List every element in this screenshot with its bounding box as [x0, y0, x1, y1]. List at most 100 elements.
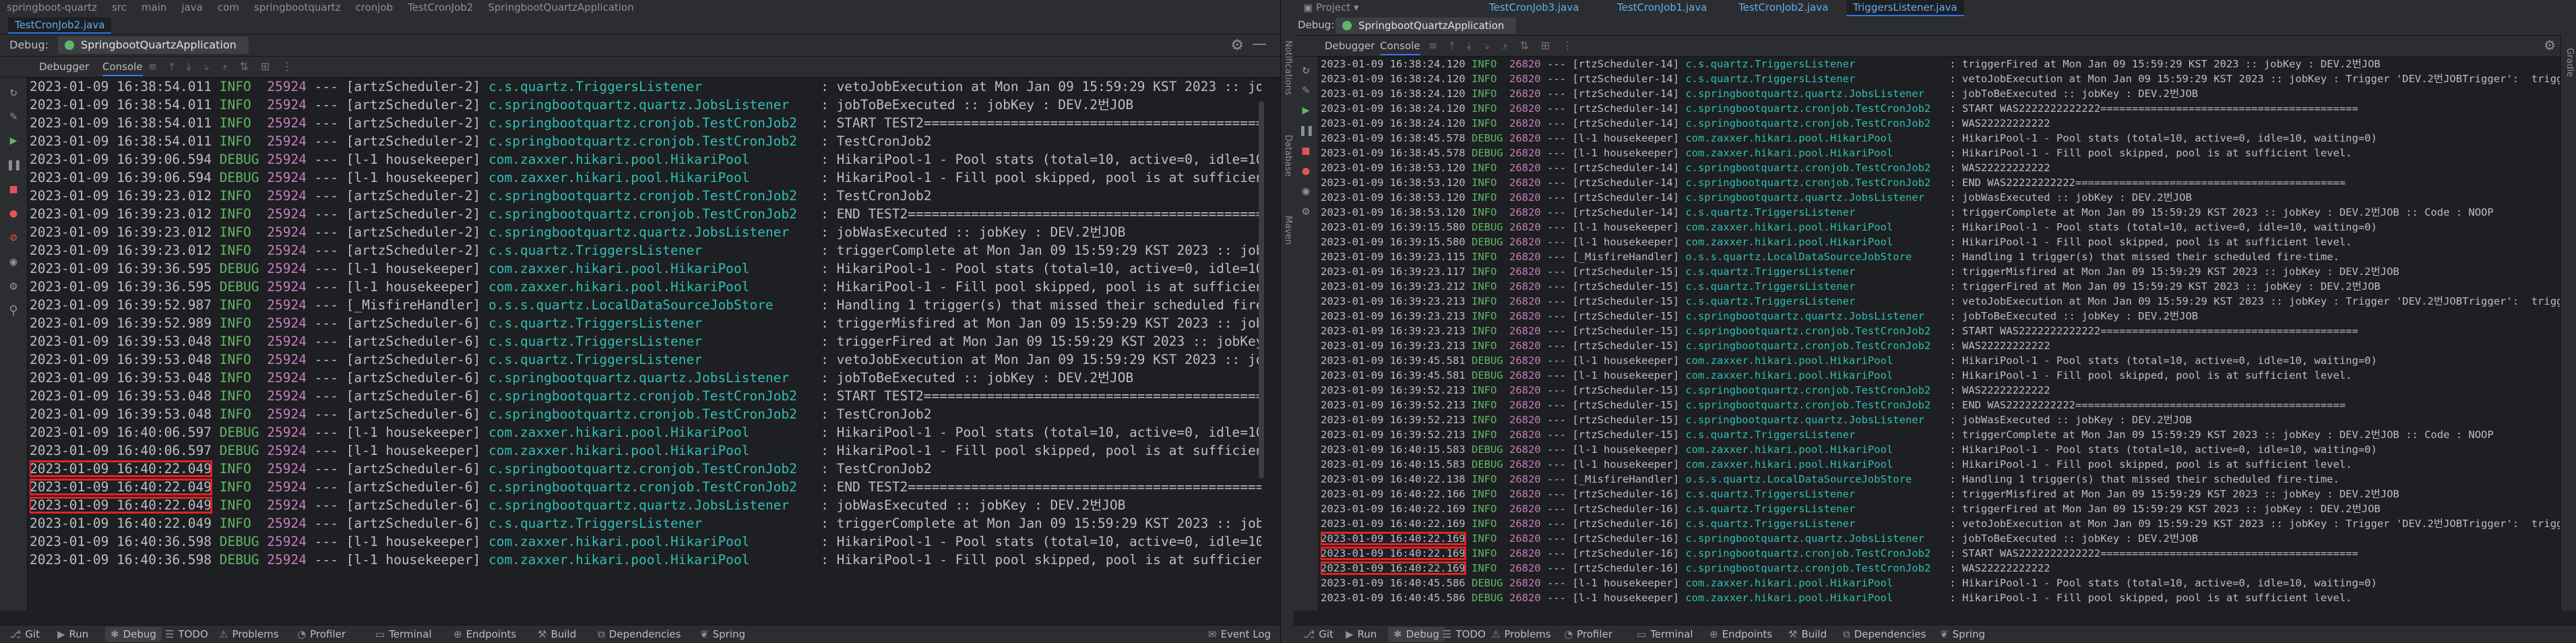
tool-window-run[interactable]: ▶ Run	[57, 628, 88, 640]
log-logger: c.s.quartz.TriggersListener	[1685, 58, 1943, 70]
log-timestamp: 2023-01-09 16:40:22.049	[30, 497, 213, 514]
breadcrumb-item[interactable]: springbootquartz	[254, 1, 341, 13]
tab-debugger[interactable]: Debugger	[39, 61, 89, 73]
tool-window-debug[interactable]: ✱ Debug	[1388, 627, 1445, 642]
wrench-icon[interactable]: ✎	[7, 110, 20, 123]
log-message: TestCronJob2	[836, 133, 932, 149]
settings-icon[interactable]: ⚙	[7, 280, 20, 293]
rerun-icon[interactable]: ↻	[1299, 63, 1313, 77]
pin-icon[interactable]: ⚲	[7, 304, 20, 317]
log-message: WAS22222222222	[1961, 340, 2050, 352]
run-config-tab[interactable]: SpringbootQuartzApplication	[58, 36, 249, 54]
tool-window-dependencies[interactable]: ⧉ Dependencies	[598, 628, 681, 640]
tool-window-terminal[interactable]: ▭ Terminal	[375, 628, 432, 640]
log-pid: 26820	[1509, 488, 1541, 500]
debug-side-toolbar: ↻ ✎ ▶ ❚❚ ■ ● ⊘ ◉ ⚙ ⚲	[0, 78, 28, 611]
resume-icon[interactable]: ▶	[7, 134, 20, 148]
minimize-icon[interactable]: —	[1252, 36, 1267, 53]
log-line: 2023-01-09 16:39:23.213 INFO 26820 --- […	[1321, 310, 2199, 322]
log-timestamp: 2023-01-09 16:39:53.048	[30, 388, 212, 404]
log-pid: 25924	[267, 188, 307, 204]
breadcrumb-item[interactable]: springboot-quartz	[7, 1, 97, 13]
editor-tab[interactable]: TestCronJob2.java	[8, 18, 112, 34]
log-line: 2023-01-09 16:40:45.586 DEBUG 26820 --- …	[1321, 577, 2377, 589]
console-tool-icons[interactable]: ≡⤒⤓⤵⤴⇅⊞⋮	[148, 60, 305, 73]
tool-window-endpoints[interactable]: ⊕ Endpoints	[1709, 628, 1772, 640]
tool-window-profiler[interactable]: ◔ Profiler	[297, 628, 346, 640]
tool-window-spring[interactable]: ❦ Spring	[1940, 628, 1985, 640]
console-tool-icons[interactable]: ≡⤒⤓⤵⤴⇅⊞⋮	[1428, 39, 1585, 53]
breadcrumb-item[interactable]: cronjob	[356, 1, 394, 13]
tool-window-todo[interactable]: ☰ TODO	[1443, 628, 1486, 640]
breadcrumb-item[interactable]: SpringbootQuartzApplication	[488, 1, 633, 13]
gear-icon[interactable]: ⚙	[1230, 37, 1244, 54]
tool-window-problems[interactable]: ⚠ Problems	[219, 628, 279, 640]
rerun-icon[interactable]: ↻	[7, 86, 20, 99]
wrench-icon[interactable]: ✎	[1299, 84, 1313, 97]
log-level: DEBUG	[219, 443, 259, 458]
breakpoints-icon[interactable]: ●	[1299, 164, 1313, 178]
tool-window-problems[interactable]: ⚠ Problems	[1491, 628, 1551, 640]
tool-window-git[interactable]: ⎇ Git	[1303, 628, 1333, 640]
log-level: INFO	[1471, 429, 1497, 441]
tool-window-label: Terminal	[389, 628, 432, 640]
breadcrumb-item[interactable]: com	[218, 1, 239, 13]
pause-icon[interactable]: ❚❚	[7, 158, 22, 172]
log-line: 2023-01-09 16:38:53.120 INFO 26820 --- […	[1321, 162, 2050, 174]
settings-icon[interactable]: ⚙	[1299, 205, 1313, 218]
log-timestamp: 2023-01-09 16:39:53.048	[30, 334, 212, 349]
side-label-notifications[interactable]: Notifications	[1283, 40, 1293, 95]
tool-window-debug[interactable]: ✱ Debug	[105, 627, 162, 642]
log-pid: 26820	[1509, 355, 1541, 367]
log-timestamp: 2023-01-09 16:38:45.578	[1321, 132, 1466, 144]
tool-window-build[interactable]: ⚒ Build	[538, 628, 576, 640]
run-config-tab[interactable]: SpringbootQuartzApplication	[1336, 18, 1517, 34]
tab-debugger[interactable]: Debugger	[1325, 40, 1375, 52]
tool-window-terminal[interactable]: ▭ Terminal	[1637, 628, 1693, 640]
console-output[interactable]: 2023-01-09 16:38:24.120 INFO 26820 --- […	[1321, 57, 2560, 611]
tool-window-dependencies[interactable]: ⧉ Dependencies	[1843, 628, 1926, 640]
camera-icon[interactable]: ◉	[7, 255, 20, 269]
breadcrumb-item[interactable]: java	[181, 1, 202, 13]
breadcrumb-item[interactable]: main	[142, 1, 166, 13]
tool-window-build[interactable]: ⚒ Build	[1788, 628, 1827, 640]
log-timestamp: 2023-01-09 16:39:23.012	[30, 206, 212, 222]
tool-window-todo[interactable]: ☰ TODO	[165, 628, 208, 640]
gear-icon[interactable]: ⚙	[2544, 37, 2556, 53]
breakpoints-icon[interactable]: ●	[7, 207, 20, 220]
pause-icon[interactable]: ❚❚	[1299, 124, 1314, 137]
mute-breakpoints-icon[interactable]: ⊘	[7, 231, 20, 245]
console-output[interactable]: 2023-01-09 16:38:54.011 INFO 25924 --- […	[30, 78, 1261, 611]
tool-window-git[interactable]: ⎇ Git	[9, 628, 40, 640]
side-label-gradle[interactable]: Gradle	[2565, 48, 2575, 77]
log-logger: c.springbootquartz.cronjob.TestCronJob2	[1685, 340, 1943, 352]
log-level: DEBUG	[219, 261, 259, 276]
tab-console[interactable]: Console	[1380, 40, 1420, 55]
breadcrumb-item[interactable]: src	[112, 1, 127, 13]
tool-window-event-log[interactable]: ✉ Event Log	[1208, 628, 1271, 640]
project-menu[interactable]: ▣ Project ▾	[1303, 1, 1359, 13]
log-line: 2023-01-09 16:39:15.580 DEBUG 26820 --- …	[1321, 221, 2377, 233]
log-logger: com.zaxxer.hikari.pool.HikariPool	[1685, 236, 1943, 248]
tool-window-run[interactable]: ▶ Run	[1346, 628, 1377, 640]
log-level: DEBUG	[219, 279, 259, 295]
editor-tab[interactable]: TestCronJob2.java	[1732, 0, 1835, 15]
stop-icon[interactable]: ■	[1299, 144, 1313, 158]
stop-icon[interactable]: ■	[7, 183, 20, 196]
tab-console[interactable]: Console	[102, 61, 143, 76]
editor-tab[interactable]: TriggersListener.java	[1846, 0, 1964, 16]
editor-tab[interactable]: TestCronJob3.java	[1482, 0, 1585, 15]
resume-icon[interactable]: ▶	[1299, 104, 1313, 117]
tool-window-spring[interactable]: ❦ Spring	[700, 628, 745, 640]
tool-window-profiler[interactable]: ◔ Profiler	[1564, 628, 1612, 640]
vertical-scrollbar[interactable]	[1259, 101, 1264, 479]
side-label-maven[interactable]: Maven	[1283, 216, 1293, 245]
tool-window-endpoints[interactable]: ⊕ Endpoints	[453, 628, 516, 640]
log-logger: c.s.quartz.TriggersListener	[1685, 518, 1943, 530]
camera-icon[interactable]: ◉	[1299, 185, 1313, 198]
editor-tab[interactable]: TestCronJob1.java	[1610, 0, 1714, 15]
log-level: INFO	[1471, 162, 1497, 174]
log-line: 2023-01-09 16:40:22.169 INFO 26820 --- […	[1321, 547, 2358, 560]
side-label-database[interactable]: Database	[1283, 135, 1293, 177]
breadcrumb-item[interactable]: TestCronJob2	[408, 1, 473, 13]
